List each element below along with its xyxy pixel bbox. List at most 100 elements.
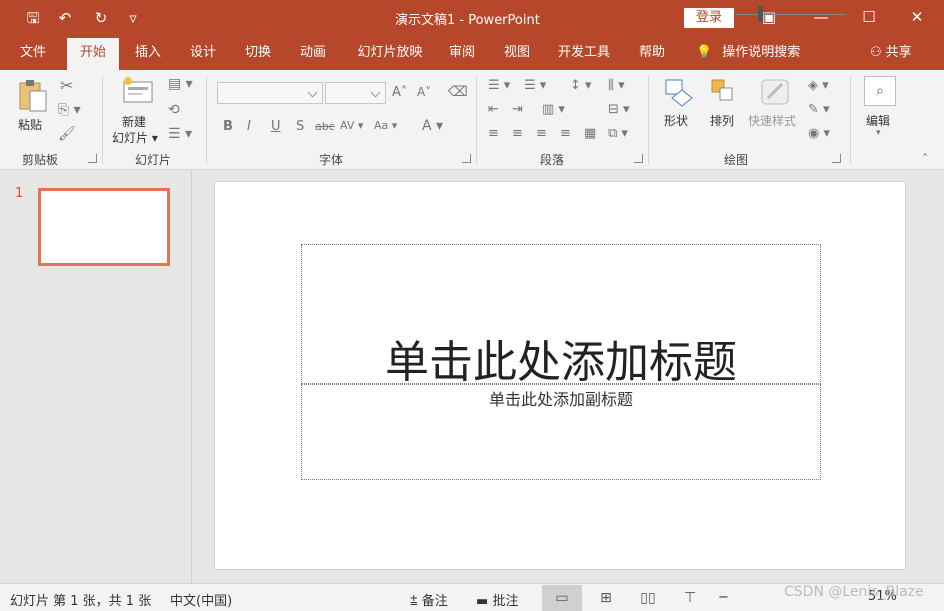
italic-icon[interactable]: I	[247, 119, 251, 134]
shape-fill-icon[interactable]: ◈ ▾	[808, 78, 829, 93]
maximize-icon[interactable]: ☐	[846, 0, 892, 36]
subtitle-placeholder-text: 单击此处添加副标题	[488, 390, 633, 409]
columns-icon[interactable]: ▥ ▾	[542, 102, 565, 117]
save-icon[interactable]: 🖫	[22, 7, 44, 29]
tab-view[interactable]: 视图	[495, 36, 539, 70]
collapse-ribbon-icon[interactable]: ˄	[922, 152, 928, 166]
distributed-icon[interactable]: ▦	[584, 126, 596, 141]
normal-view-icon[interactable]: ▭	[542, 585, 582, 611]
line-spacing-icon[interactable]: ↕ ▾	[570, 78, 592, 93]
person-icon: ⚇	[870, 45, 882, 60]
notes-icon: ⩲	[410, 594, 418, 609]
reset-icon[interactable]: ⟲	[168, 102, 180, 118]
close-icon[interactable]: ✕	[894, 0, 940, 36]
reading-view-icon[interactable]: ▯▯	[628, 585, 668, 611]
paragraph-launcher-icon[interactable]	[634, 154, 643, 163]
increase-indent-icon[interactable]: ⇥	[512, 102, 523, 117]
share-label: 共享	[885, 45, 912, 60]
tab-insert[interactable]: 插入	[126, 36, 170, 70]
drawing-launcher-icon[interactable]	[832, 154, 841, 163]
slide-sorter-icon[interactable]: ⊞	[586, 585, 626, 611]
quick-styles-label: 快速样式	[748, 114, 797, 128]
change-case-icon[interactable]: Aa ▾	[374, 119, 397, 132]
undo-icon[interactable]: ↶	[54, 7, 76, 29]
zoom-slider-thumb[interactable]	[758, 6, 763, 22]
align-left-icon[interactable]: ≡	[488, 126, 499, 141]
bold-icon[interactable]: B	[223, 119, 233, 134]
slide-thumbnail[interactable]	[38, 188, 170, 266]
login-button[interactable]: 登录	[684, 8, 734, 28]
redo-icon[interactable]: ↻	[90, 7, 112, 29]
slideshow-view-icon[interactable]: ⊤	[670, 585, 710, 611]
section-icon[interactable]: ☰ ▾	[168, 126, 192, 142]
new-slide-label-1: 新建	[122, 115, 147, 129]
shrink-font-icon[interactable]: A˅	[417, 85, 431, 99]
title-placeholder-text: 单击此处添加标题	[385, 337, 737, 388]
decrease-indent-icon[interactable]: ⇤	[488, 102, 499, 117]
smartart-icon[interactable]: ⧉ ▾	[608, 126, 628, 141]
font-launcher-icon[interactable]	[462, 154, 471, 163]
tab-transitions[interactable]: 切换	[236, 36, 280, 70]
strikethrough-icon[interactable]: abc	[315, 120, 335, 133]
cut-icon[interactable]: ✂	[60, 76, 73, 95]
editing-button[interactable]: ⌕ 编辑 ▾	[862, 74, 898, 144]
tab-developer[interactable]: 开发工具	[553, 36, 615, 70]
grow-font-icon[interactable]: A˄	[392, 85, 407, 100]
new-slide-button[interactable]: 新建 幻灯片 ▾	[112, 76, 162, 146]
slide-number: 1	[15, 186, 24, 201]
tell-me-search[interactable]: 💡 操作说明搜索	[696, 36, 800, 70]
shadow-icon[interactable]: S	[296, 119, 304, 134]
lightbulb-icon: 💡	[696, 45, 713, 60]
group-separator	[850, 76, 851, 164]
font-name-dropdown[interactable]	[217, 82, 323, 104]
justify-icon[interactable]: ≡	[560, 126, 571, 141]
notes-label: 备注	[421, 594, 448, 609]
font-color-icon[interactable]: A ▾	[422, 118, 443, 134]
text-direction-icon[interactable]: ⫼ ▾	[608, 78, 625, 93]
align-center-icon[interactable]: ≡	[512, 126, 523, 141]
tab-help[interactable]: 帮助	[630, 36, 674, 70]
paste-button[interactable]: 粘贴	[14, 76, 50, 140]
tab-slideshow[interactable]: 幻灯片放映	[350, 36, 430, 70]
minimize-icon[interactable]: —	[798, 0, 844, 36]
comments-button[interactable]: ▬ 批注	[476, 590, 518, 609]
tab-design[interactable]: 设计	[181, 36, 225, 70]
watermark-text: CSDN @Lenis_Blaze	[784, 584, 924, 600]
zoom-out-button[interactable]: −	[718, 590, 729, 605]
share-button[interactable]: ⚇ 共享	[870, 36, 912, 70]
tell-me-label: 操作说明搜索	[722, 45, 801, 60]
quick-styles-button[interactable]: 快速样式	[748, 76, 804, 146]
copy-icon[interactable]: ⎘ ▾	[58, 102, 81, 118]
numbering-icon[interactable]: ☰ ▾	[524, 78, 546, 93]
tab-home[interactable]: 开始	[67, 38, 119, 70]
quick-styles-icon	[761, 79, 789, 105]
align-right-icon[interactable]: ≡	[536, 126, 547, 141]
shape-effects-icon[interactable]: ◉ ▾	[808, 126, 830, 141]
notes-button[interactable]: ⩲ 备注	[410, 590, 448, 609]
bullets-icon[interactable]: ☰ ▾	[488, 78, 510, 93]
group-label-drawing: 绘图	[724, 153, 749, 167]
group-label-clipboard: 剪贴板	[22, 153, 59, 167]
shape-outline-icon[interactable]: ✎ ▾	[808, 102, 830, 117]
clipboard-launcher-icon[interactable]	[88, 154, 97, 163]
char-spacing-icon[interactable]: AV ▾	[340, 119, 363, 132]
tab-animations[interactable]: 动画	[291, 36, 335, 70]
group-separator	[648, 76, 649, 164]
underline-icon[interactable]: U	[271, 119, 281, 134]
arrange-button[interactable]: 排列	[706, 76, 744, 146]
language-status[interactable]: 中文(中国)	[170, 590, 232, 609]
align-text-icon[interactable]: ⊟ ▾	[608, 102, 630, 117]
window-title: 演示文稿1 - PowerPoint	[395, 13, 540, 28]
shapes-button[interactable]: 形状	[660, 76, 698, 146]
ribbon-display-icon[interactable]: ▣	[746, 0, 792, 36]
customize-qat-icon[interactable]: ▿	[122, 7, 144, 29]
tab-file[interactable]: 文件	[10, 36, 56, 70]
group-separator	[206, 76, 207, 164]
clear-format-icon[interactable]: ⌫	[448, 84, 468, 100]
arrange-label: 排列	[710, 114, 735, 128]
font-size-dropdown[interactable]	[325, 82, 386, 104]
layout-icon[interactable]: ▤ ▾	[168, 76, 193, 92]
zoom-slider[interactable]	[735, 14, 845, 15]
format-painter-icon[interactable]: 🖌	[58, 126, 76, 142]
tab-review[interactable]: 审阅	[440, 36, 484, 70]
